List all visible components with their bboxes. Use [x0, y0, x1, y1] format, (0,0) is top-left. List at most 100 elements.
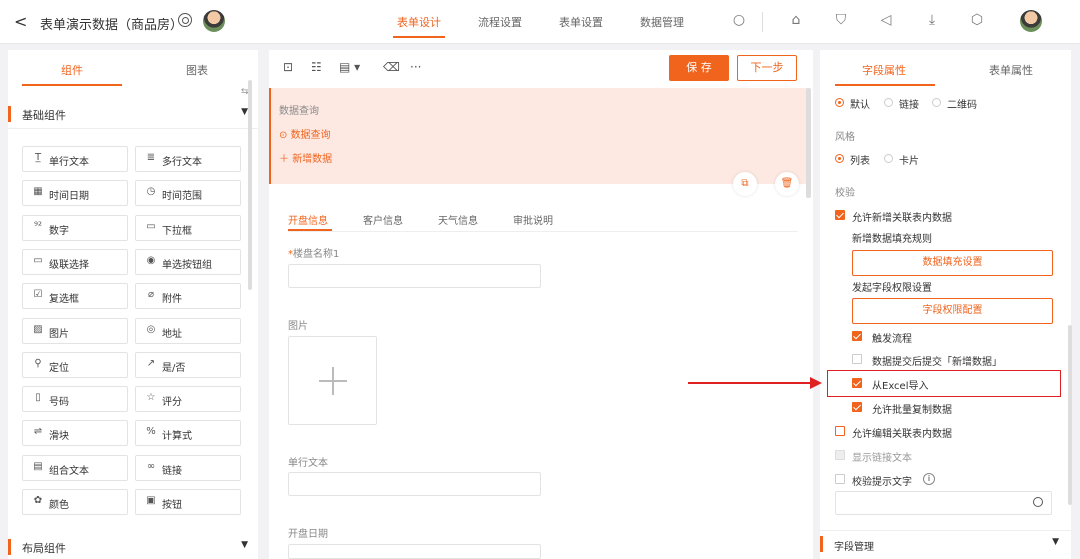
radio-qrcode[interactable]: [932, 98, 941, 107]
component-label: 单选按钮组: [162, 259, 212, 271]
search-icon[interactable]: ○: [730, 11, 748, 29]
add-data-link[interactable]: ＋ 新增数据: [279, 150, 332, 165]
list-dropdown-icon[interactable]: ▤ ▾: [339, 60, 360, 74]
form-tab-weather[interactable]: 天气信息: [438, 212, 478, 227]
allow-edit-checkbox[interactable]: [835, 426, 845, 436]
form-tab-approval[interactable]: 审批说明: [513, 212, 553, 227]
validate-tip-label: 校验提示文字: [852, 477, 912, 488]
component-item[interactable]: ⌀ 附件: [135, 283, 241, 310]
shirt-icon[interactable]: ⛉: [832, 11, 850, 29]
component-item[interactable]: ☑ 复选框: [22, 283, 128, 310]
component-item[interactable]: ☆ 评分: [135, 386, 241, 413]
data-query-block[interactable]: 数据查询 ⊙ 数据查询 ＋ 新增数据: [269, 88, 807, 184]
component-icon: ▨: [33, 323, 43, 335]
group-basic-label: 基础组件: [22, 109, 66, 122]
component-item[interactable]: ▭ 下拉框: [135, 214, 241, 241]
tab-form-settings[interactable]: 表单设置: [559, 14, 603, 30]
component-item[interactable]: ▣ 按钮: [135, 489, 241, 515]
component-icon: ▣: [146, 495, 156, 506]
scrollbar[interactable]: [806, 88, 811, 198]
tab-flow-settings[interactable]: 流程设置: [478, 14, 522, 30]
group-basic-components[interactable]: 基础组件 ▼: [8, 102, 258, 126]
submit-after-checkbox[interactable]: [852, 354, 862, 364]
component-icon: ⌀: [147, 289, 155, 301]
tab-charts[interactable]: 图表: [186, 62, 208, 78]
delete-icon[interactable]: ⌫: [383, 60, 400, 74]
component-item[interactable]: ⁹² 数字: [22, 214, 128, 241]
scrollbar[interactable]: [1068, 325, 1072, 505]
home-icon[interactable]: ⌂: [787, 11, 805, 29]
tab-form-design[interactable]: 表单设计: [393, 14, 445, 38]
preview-icon[interactable]: ⊡: [283, 60, 293, 74]
component-item[interactable]: ▯ 号码: [22, 386, 128, 413]
component-item[interactable]: ▤ 组合文本: [22, 454, 128, 481]
component-item[interactable]: ▨ 图片: [22, 317, 128, 344]
download-icon[interactable]: ⤓: [923, 11, 941, 29]
component-label: 地址: [162, 328, 182, 340]
layout-icon[interactable]: ☷: [311, 60, 322, 74]
radio-list[interactable]: [835, 154, 844, 163]
more-icon[interactable]: ···: [410, 60, 421, 74]
show-link-checkbox: [835, 450, 845, 460]
radio-link[interactable]: [884, 98, 893, 107]
trigger-flow-checkbox[interactable]: [852, 331, 862, 341]
user-avatar[interactable]: [1020, 10, 1042, 32]
form-tab-customer[interactable]: 客户信息: [363, 212, 403, 227]
megaphone-icon[interactable]: ◁: [877, 11, 895, 29]
fill-settings-button[interactable]: 数据填充设置: [852, 250, 1053, 276]
save-button[interactable]: 保 存: [669, 55, 729, 81]
group-layout-components[interactable]: 布局组件 ▼: [8, 535, 258, 559]
query-link-label: 数据查询: [290, 130, 331, 141]
batch-copy-checkbox[interactable]: [852, 402, 862, 412]
component-item[interactable]: ≣ 多行文本: [135, 146, 241, 172]
component-label: 时间范围: [162, 191, 202, 203]
component-item[interactable]: ⚲ 定位: [22, 351, 128, 378]
validate-tip-checkbox[interactable]: [835, 474, 845, 484]
tab-components[interactable]: 组件: [61, 62, 83, 78]
component-item[interactable]: T̲ 单行文本: [22, 146, 128, 172]
field-permission-button[interactable]: 字段权限配置: [852, 298, 1053, 324]
component-label: 按钮: [162, 500, 182, 511]
info-icon[interactable]: i: [923, 473, 935, 485]
component-item[interactable]: ◎ 地址: [135, 317, 241, 344]
next-step-button[interactable]: 下一步: [737, 55, 797, 81]
form-tab-opening[interactable]: 开盘信息: [288, 212, 328, 227]
perm-label: 发起字段权限设置: [852, 283, 932, 294]
component-item[interactable]: ▦ 时间日期: [22, 180, 128, 207]
property-name-input[interactable]: [288, 264, 541, 288]
field-manage-label: 字段管理: [834, 542, 874, 553]
query-link[interactable]: ⊙ 数据查询: [279, 126, 331, 141]
component-icon: T̲: [34, 152, 42, 163]
copy-icon[interactable]: ⧉: [733, 172, 757, 196]
component-item[interactable]: ✿ 颜色: [22, 489, 128, 515]
image-upload[interactable]: [288, 336, 377, 425]
component-item[interactable]: % 计算式: [135, 420, 241, 447]
component-item[interactable]: ◷ 时间范围: [135, 180, 241, 207]
query-title: 数据查询: [279, 106, 319, 117]
tab-data-manage[interactable]: 数据管理: [640, 14, 684, 30]
tab-field-props[interactable]: 字段属性: [862, 62, 906, 78]
settings-icon[interactable]: [178, 13, 192, 27]
component-item[interactable]: ◉ 单选按钮组: [135, 248, 241, 275]
date-input[interactable]: [288, 544, 541, 559]
globe-icon[interactable]: [1033, 497, 1043, 507]
allow-add-checkbox[interactable]: [835, 210, 845, 220]
trash-icon[interactable]: 🗑: [775, 172, 799, 196]
component-icon: ◉: [146, 254, 156, 266]
component-item[interactable]: ⇌ 滑块: [22, 420, 128, 447]
component-item[interactable]: ▭ 级联选择: [22, 248, 128, 275]
tab-form-props[interactable]: 表单属性: [989, 62, 1033, 78]
scrollbar[interactable]: [248, 80, 252, 290]
avatar[interactable]: [203, 10, 225, 32]
tab-underline: [22, 84, 122, 86]
back-icon[interactable]: <: [14, 12, 27, 31]
hexagon-icon[interactable]: ⬡: [968, 11, 986, 29]
component-item[interactable]: ↗ 是/否: [135, 351, 241, 378]
component-item[interactable]: ∞ 链接: [135, 454, 241, 481]
single-text-input[interactable]: [288, 472, 541, 496]
component-label: 是/否: [162, 362, 186, 374]
field-manage-section[interactable]: 字段管理 ▼: [820, 530, 1071, 556]
validate-tip-input[interactable]: [835, 491, 1052, 515]
radio-default[interactable]: [835, 98, 844, 107]
radio-card[interactable]: [884, 154, 893, 163]
